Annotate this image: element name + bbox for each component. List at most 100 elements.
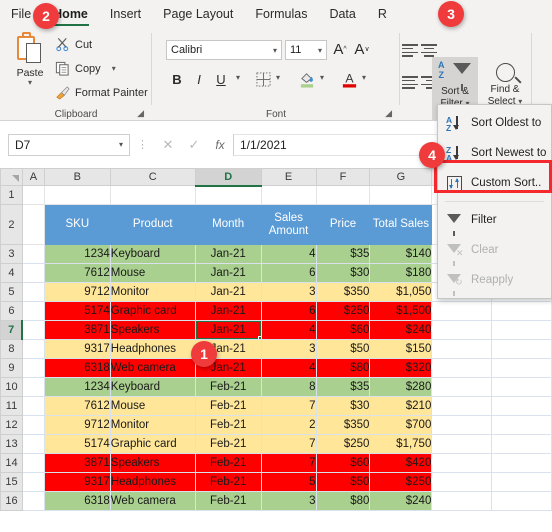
cell-i[interactable]: [491, 358, 552, 378]
cell-month[interactable]: Jan-21: [194, 320, 262, 340]
cell-sku[interactable]: 5174: [43, 301, 111, 321]
cell-sku[interactable]: 9712: [43, 415, 111, 435]
align-left-icon[interactable]: [402, 44, 418, 57]
cell-month[interactable]: Feb-21: [194, 453, 262, 473]
cell-h[interactable]: [431, 358, 493, 378]
cell-h[interactable]: [431, 301, 493, 321]
row-header-7[interactable]: 7: [0, 320, 24, 340]
table-row[interactable]: 11 7612 Mouse Feb-21 7 $30 $210: [0, 396, 552, 416]
cell-sales-amount[interactable]: 5: [260, 472, 317, 492]
formula-bar-grip[interactable]: ⋮: [137, 138, 148, 151]
cell-sales-amount[interactable]: 7: [260, 434, 317, 454]
increase-font-size-button[interactable]: A ^: [330, 39, 350, 59]
row-header-8[interactable]: 8: [0, 339, 23, 359]
cell-total-sales[interactable]: $180: [369, 263, 433, 283]
table-row[interactable]: 8 9317 Headphones Jan-21 3 $50 $150: [0, 339, 552, 359]
cell-sku[interactable]: 9317: [43, 472, 111, 492]
tab-insert[interactable]: Insert: [99, 0, 152, 28]
cell-i[interactable]: [491, 472, 552, 492]
cell-a[interactable]: [21, 453, 45, 473]
column-header-b[interactable]: B: [43, 168, 111, 186]
cell-a[interactable]: [21, 301, 45, 321]
row-header-9[interactable]: 9: [0, 358, 23, 378]
confirm-entry-button[interactable]: ✓: [181, 137, 207, 153]
cell-total-sales[interactable]: $250: [369, 472, 433, 492]
cell-product[interactable]: Monitor: [109, 415, 196, 435]
cell-sales-amount[interactable]: 7: [260, 396, 317, 416]
bold-button[interactable]: B: [168, 69, 186, 89]
chevron-down-icon[interactable]: ▾: [112, 64, 116, 73]
menu-item-sort-oldest-to-newest[interactable]: AZ Sort Oldest to: [438, 108, 551, 138]
cell-i[interactable]: [491, 415, 552, 435]
menu-item-custom-sort[interactable]: Custom Sort..: [438, 168, 551, 198]
find-and-select-button[interactable]: Find & Select ▾: [481, 57, 529, 108]
font-dialog-launcher[interactable]: ◢: [385, 108, 392, 119]
table-row[interactable]: 15 9317 Headphones Feb-21 5 $50 $250: [0, 472, 552, 492]
cell-price[interactable]: $250: [315, 301, 371, 321]
copy-button[interactable]: Copy ▾: [55, 61, 116, 76]
menu-item-sort-newest-to-oldest[interactable]: ZA Sort Newest to: [438, 138, 551, 168]
table-row[interactable]: 10 1234 Keyboard Feb-21 8 $35 $280: [0, 377, 552, 397]
row-header-10[interactable]: 10: [0, 377, 23, 397]
cell-sales-amount[interactable]: 3: [260, 491, 317, 511]
cell-sales-amount[interactable]: 6: [260, 263, 317, 283]
cell-sales-amount[interactable]: 8: [260, 377, 317, 397]
cell-a[interactable]: [21, 244, 45, 264]
cell-price[interactable]: $60: [315, 320, 371, 340]
row-header-13[interactable]: 13: [0, 434, 23, 454]
cell-a[interactable]: [21, 472, 45, 492]
clipboard-dialog-launcher[interactable]: ◢: [137, 108, 144, 119]
chevron-down-icon[interactable]: ▾: [318, 46, 322, 55]
column-header-c[interactable]: C: [109, 168, 196, 186]
cell-a[interactable]: [21, 358, 45, 378]
cell-price[interactable]: $50: [315, 339, 371, 359]
chevron-down-icon[interactable]: ▾: [232, 71, 244, 85]
cell-sku[interactable]: 1234: [43, 244, 111, 264]
cell-total-sales[interactable]: $1,750: [369, 434, 433, 454]
cell-sku[interactable]: 9317: [43, 339, 111, 359]
table-row[interactable]: 13 5174 Graphic card Feb-21 7 $250 $1,750: [0, 434, 552, 454]
cell-total-sales[interactable]: $700: [369, 415, 433, 435]
cell-i[interactable]: [491, 320, 552, 340]
cut-button[interactable]: Cut: [55, 37, 92, 52]
row-header-5[interactable]: 5: [0, 282, 23, 302]
cell-h[interactable]: [431, 377, 493, 397]
name-box[interactable]: D7 ▾: [8, 133, 130, 156]
cell-month[interactable]: Feb-21: [194, 491, 262, 511]
cell-product[interactable]: Keyboard: [109, 377, 196, 397]
cell-price[interactable]: $60: [315, 453, 371, 473]
row-header-6[interactable]: 6: [0, 301, 23, 321]
column-header-g[interactable]: G: [369, 168, 433, 186]
row-header-12[interactable]: 12: [0, 415, 23, 435]
cell-month[interactable]: Jan-21: [194, 244, 262, 264]
cell-month[interactable]: Feb-21: [194, 415, 262, 435]
cell-h[interactable]: [431, 472, 493, 492]
font-size-input[interactable]: 11 ▾: [285, 40, 327, 60]
cell-month[interactable]: Jan-21: [194, 282, 262, 302]
cell-i[interactable]: [491, 453, 552, 473]
column-header-a[interactable]: A: [21, 168, 45, 186]
column-header-f[interactable]: F: [315, 168, 371, 186]
cell-price[interactable]: $250: [315, 434, 371, 454]
cell-sales-amount[interactable]: 4: [260, 358, 317, 378]
chevron-down-icon[interactable]: ▾: [119, 140, 123, 149]
insert-function-button[interactable]: fx: [207, 138, 233, 152]
cell-product[interactable]: Speakers: [109, 320, 196, 340]
cell-sku[interactable]: 7612: [43, 396, 111, 416]
row-header-11[interactable]: 11: [0, 396, 23, 416]
cell-total-sales[interactable]: $240: [369, 491, 433, 511]
cell-product[interactable]: Keyboard: [109, 244, 196, 264]
cell-month[interactable]: Feb-21: [194, 472, 262, 492]
fill-color-button[interactable]: [297, 68, 317, 90]
paste-button[interactable]: Paste ▾: [8, 32, 52, 87]
borders-button[interactable]: [253, 69, 273, 89]
select-all-corner[interactable]: [0, 168, 23, 186]
row-header-16[interactable]: 16: [0, 491, 23, 511]
cell-product[interactable]: Speakers: [109, 453, 196, 473]
table-row[interactable]: 14 3871 Speakers Feb-21 7 $60 $420: [0, 453, 552, 473]
table-row[interactable]: 9 6318 Web camera Jan-21 4 $80 $320: [0, 358, 552, 378]
cell-sales-amount[interactable]: 3: [260, 339, 317, 359]
cell-sales-amount[interactable]: 7: [260, 453, 317, 473]
cell-product[interactable]: Headphones: [109, 472, 196, 492]
cell-month[interactable]: Jan-21: [194, 263, 262, 283]
